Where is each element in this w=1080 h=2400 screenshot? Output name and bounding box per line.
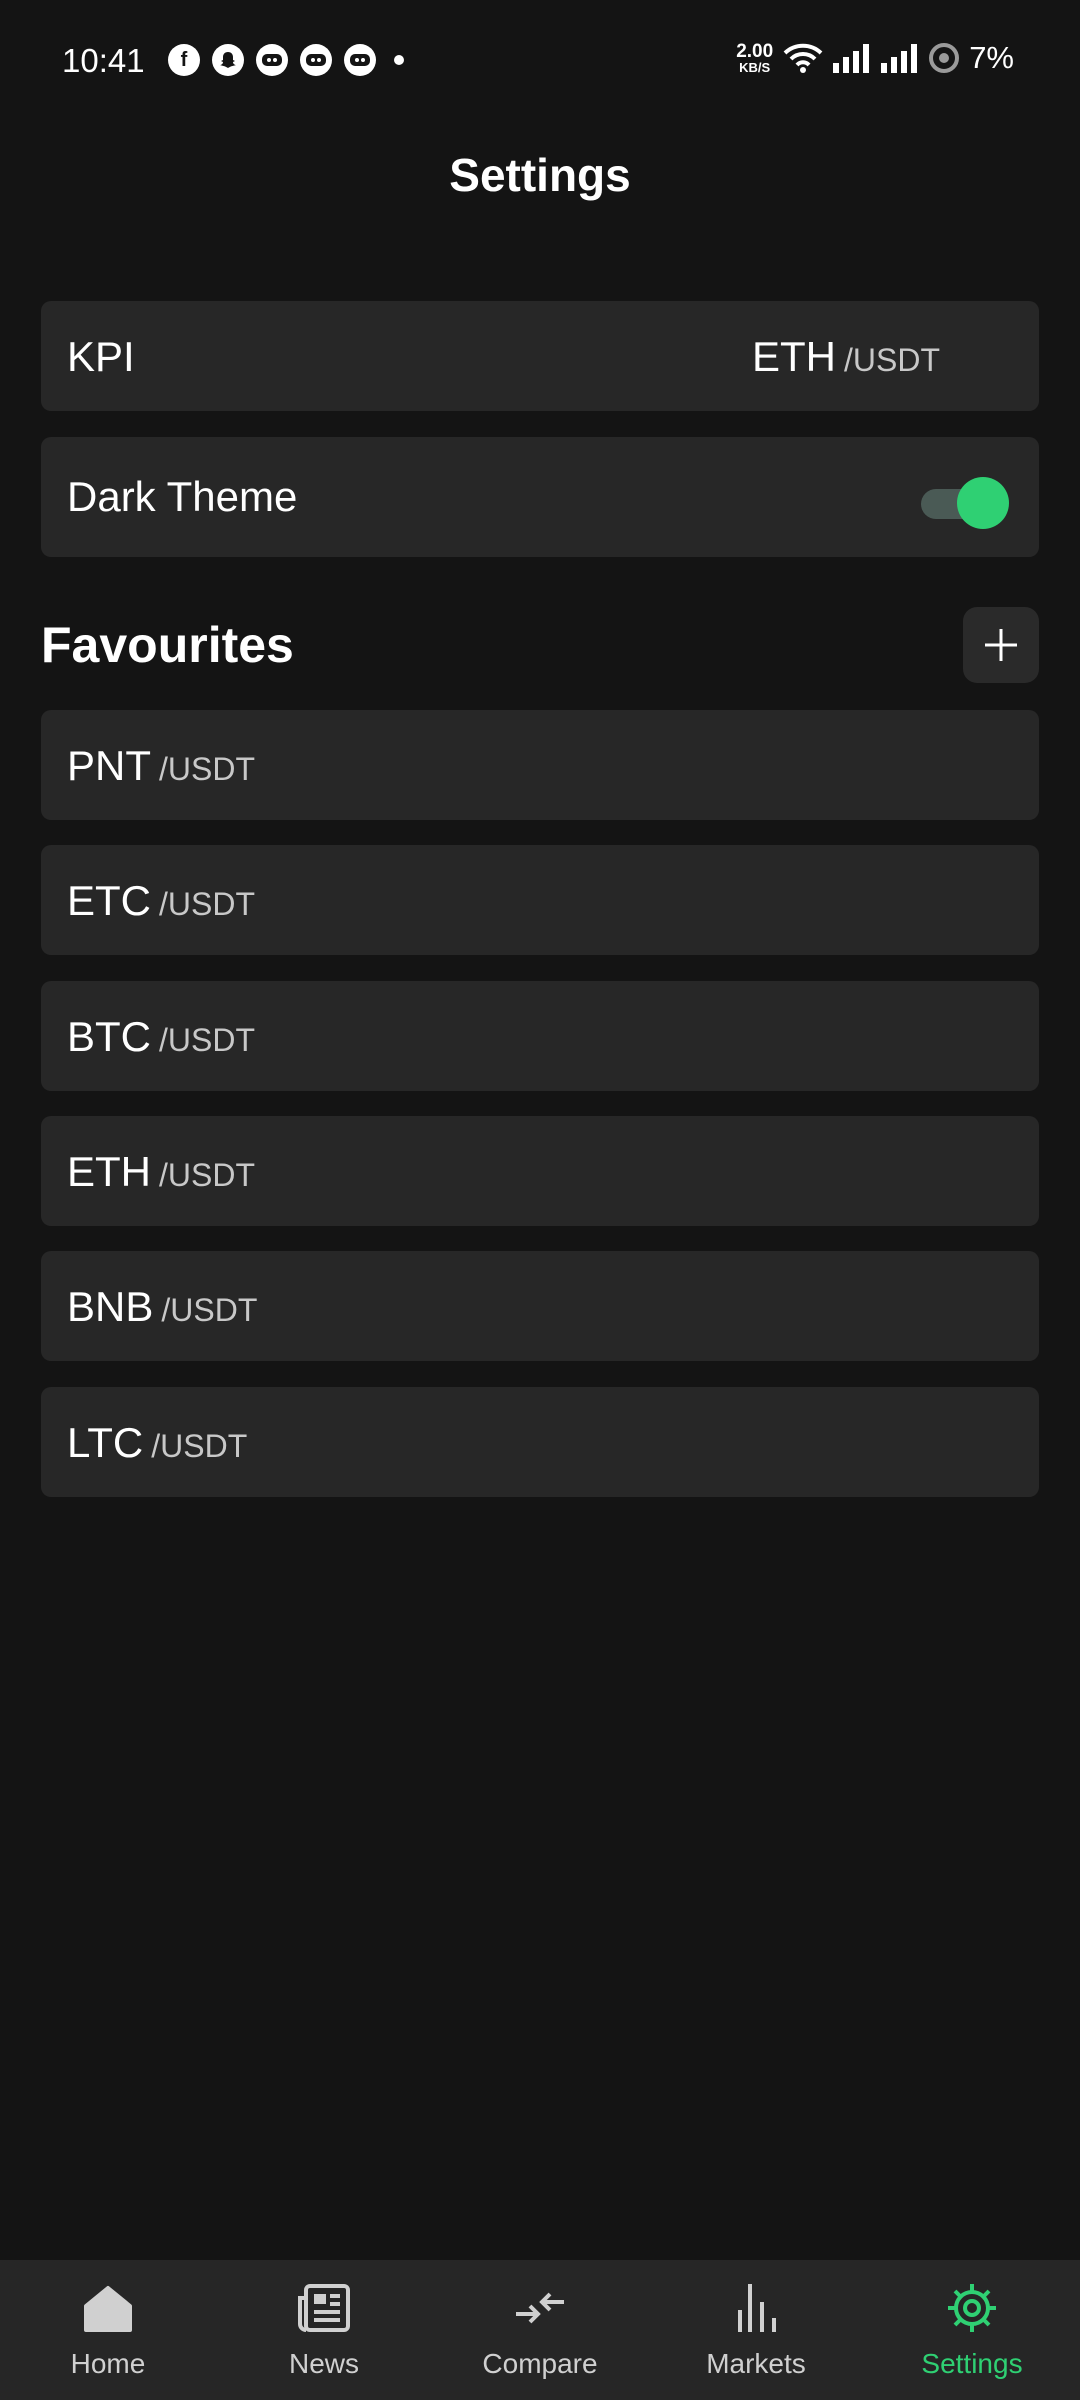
add-favourite-button[interactable] <box>963 607 1039 683</box>
nav-compare-label: Compare <box>482 2348 598 2379</box>
wifi-icon <box>783 43 823 73</box>
facebook-icon: f <box>168 44 200 76</box>
kpi-label: KPI <box>67 333 135 380</box>
nav-markets-label: Markets <box>706 2348 806 2379</box>
nav-news[interactable]: News <box>216 2260 432 2400</box>
nav-settings[interactable]: Settings <box>864 2260 1080 2400</box>
favourites-title: Favourites <box>41 617 294 673</box>
pair-base: BTC <box>67 1013 151 1060</box>
page-title: Settings <box>449 149 631 201</box>
battery-icon <box>929 43 960 73</box>
pair-base: LTC <box>67 1419 144 1466</box>
discord-icon <box>344 44 376 76</box>
pair-quote: /USDT <box>161 1292 258 1328</box>
nav-home[interactable]: Home <box>0 2260 216 2400</box>
nav-settings-label: Settings <box>921 2348 1023 2379</box>
pair-label: ETH/USDT <box>67 1148 255 1196</box>
signal-icon <box>881 44 918 73</box>
kpi-setting[interactable]: KPI ETH/USDT <box>41 301 1039 411</box>
plus-icon <box>985 629 1017 661</box>
compare-icon <box>516 2292 564 2324</box>
news-icon <box>298 2284 350 2332</box>
system-indicators: 2.00 KB/S 7% <box>736 40 1014 76</box>
dark-theme-setting: Dark Theme <box>41 437 1039 557</box>
battery-percent: 7% <box>969 40 1014 75</box>
dark-theme-toggle[interactable] <box>921 477 1011 529</box>
pair-quote: /USDT <box>159 1157 255 1193</box>
home-icon <box>84 2286 132 2332</box>
discord-icon <box>300 44 332 76</box>
dark-theme-label: Dark Theme <box>67 473 298 520</box>
list-item[interactable]: ETH/USDT <box>41 1116 1039 1226</box>
pair-label: BTC/USDT <box>67 1013 255 1061</box>
pair-quote: /USDT <box>159 1022 255 1058</box>
pair-label: BNB/USDT <box>67 1283 257 1331</box>
markets-icon <box>738 2284 776 2332</box>
pair-quote: /USDT <box>159 886 255 922</box>
list-item[interactable]: BTC/USDT <box>41 981 1039 1091</box>
nav-home-label: Home <box>70 2348 146 2379</box>
pair-base: PNT <box>67 742 151 789</box>
pair-label: ETC/USDT <box>67 877 255 925</box>
network-speed: 2.00 KB/S <box>736 41 774 75</box>
notification-icons: f <box>168 44 404 76</box>
pair-label: PNT/USDT <box>67 742 255 790</box>
pair-quote: /USDT <box>159 751 255 787</box>
gear-icon <box>948 2284 996 2332</box>
nav-markets[interactable]: Markets <box>648 2260 864 2400</box>
pair-base: BNB <box>67 1283 154 1330</box>
toggle-thumb <box>957 477 1009 529</box>
list-item[interactable]: ETC/USDT <box>41 845 1039 955</box>
pair-base: ETC <box>67 877 151 924</box>
status-time: 10:41 <box>62 42 145 79</box>
pair-quote: /USDT <box>151 1428 248 1464</box>
list-item[interactable]: BNB/USDT <box>41 1251 1039 1361</box>
snapchat-icon <box>212 44 244 76</box>
kpi-pair-base: ETH <box>752 333 836 380</box>
bottom-nav: Home News Compare Markets Settings <box>0 2260 1080 2400</box>
discord-icon <box>256 44 288 76</box>
signal-icon <box>833 44 870 73</box>
more-notifications-dot <box>394 55 404 65</box>
pair-base: ETH <box>67 1148 151 1195</box>
list-item[interactable]: PNT/USDT <box>41 710 1039 820</box>
nav-news-label: News <box>288 2348 359 2379</box>
pair-label: LTC/USDT <box>67 1419 247 1467</box>
kpi-pair[interactable]: ETH/USDT <box>752 333 940 381</box>
list-item[interactable]: LTC/USDT <box>41 1387 1039 1497</box>
kpi-pair-quote: /USDT <box>844 342 940 378</box>
status-bar: 10:41 f 2.00 KB/S 7% <box>0 0 1080 124</box>
nav-compare[interactable]: Compare <box>432 2260 648 2400</box>
